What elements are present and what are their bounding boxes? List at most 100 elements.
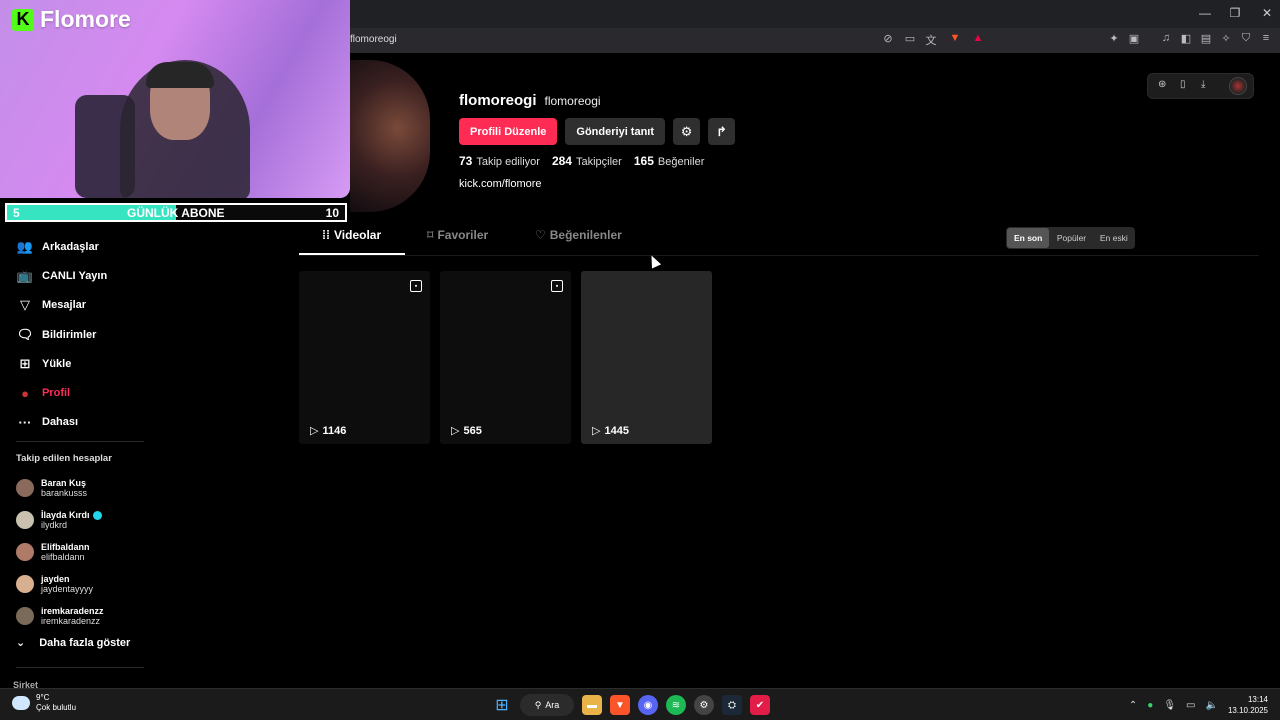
user-avatar[interactable] [1229, 77, 1247, 95]
close-button[interactable]: ✕ [1252, 6, 1280, 20]
tab-liked[interactable]: ♡ Beğenilenler [535, 228, 622, 242]
profile-avatar[interactable] [350, 60, 430, 212]
ai-icon[interactable]: ✧ [1218, 32, 1234, 45]
video-card[interactable]: ▪ ▷ 565 [440, 271, 571, 444]
search-icon: ⚲ [534, 699, 542, 710]
minimize-button[interactable]: — [1190, 6, 1220, 20]
windows-start-icon[interactable]: ⊞ [492, 695, 512, 715]
following-name-text: Baran Kuş [41, 478, 87, 488]
settings-button[interactable]: ⚙ [673, 118, 701, 145]
network-icon[interactable]: ▭ [1186, 700, 1195, 711]
stat-item[interactable]: 284 Takipçiler [552, 154, 622, 168]
taskbar: 9°C Çok bulutlu ⊞ ⚲ Ara ▬ ▼ ◉ ≋ ⚙ ⛭ ✔ ⌃ ●… [0, 688, 1280, 720]
promote-post-button[interactable]: Gönderiyi tanıt [565, 118, 666, 145]
system-tray: ⌃ ● 🎙 ▭ 🔈 13:14 13.10.2025 [1129, 694, 1268, 716]
brave-shield-icon[interactable]: ▼ [947, 32, 963, 44]
video-card[interactable]: ▪ ▷ 1146 [299, 271, 430, 444]
spotify-icon[interactable]: ≋ [666, 695, 686, 715]
sort-popular-button[interactable]: Popüler [1050, 227, 1092, 249]
share-button[interactable]: ↱ [708, 118, 736, 145]
following-name-text: iremkaradenzz [41, 606, 104, 616]
wallet-icon[interactable]: ▣ [1126, 32, 1142, 45]
more-icon: ··· [18, 414, 32, 430]
clock[interactable]: 13:14 13.10.2025 [1228, 694, 1268, 716]
url-text[interactable]: flomoreogi [350, 34, 397, 45]
menu-icon[interactable]: ≡ [1258, 32, 1274, 44]
vpn-icon[interactable]: ⛉ [1238, 32, 1254, 45]
title-bar: — ❐ ✕ [350, 0, 1280, 28]
avatar [16, 607, 34, 625]
discord-icon[interactable]: ◉ [638, 695, 658, 715]
sort-toggle: En son Popüler En eski [1006, 227, 1135, 249]
sidebar-item-bildirimler[interactable]: 🗨 Bildirimler [16, 320, 156, 349]
tab-videos[interactable]: ⁞⁞ Videolar [322, 228, 381, 242]
share-icon: ↱ [716, 123, 727, 139]
following-item[interactable]: Elifbaldann elifbaldann [16, 536, 156, 568]
view-count: ▷ 565 [451, 424, 482, 438]
stat-item[interactable]: 73 Takip ediliyor [459, 154, 540, 168]
heart-icon: ♡ [535, 228, 546, 242]
wallet2-icon[interactable]: ▤ [1198, 32, 1214, 45]
sidebar-item-label: Bildirimler [42, 328, 97, 341]
clock-time: 13:14 [1247, 695, 1268, 704]
volume-icon[interactable]: 🔈 [1206, 700, 1218, 711]
music-icon[interactable]: ♫ [1158, 32, 1174, 44]
stat-item[interactable]: 165 Beğeniler [634, 154, 705, 168]
following-item[interactable]: jayden jaydentayyyy [16, 568, 156, 600]
sidebar-item-label: Arkadaşlar [42, 240, 99, 253]
tab-favorites[interactable]: ⌑ Favoriler [427, 228, 488, 242]
sidebar-divider [16, 441, 144, 442]
gear-icon: ⚙ [680, 123, 693, 139]
cast-icon[interactable]: ▭ [902, 32, 918, 45]
sort-latest-button[interactable]: En son [1007, 228, 1050, 248]
reader-icon[interactable]: ⊘ [880, 32, 896, 45]
sidebar-item-dahası[interactable]: ··· Dahası [16, 408, 156, 437]
rewards-icon[interactable]: ▲ [970, 32, 986, 44]
microphone-icon[interactable]: 🎙 [1163, 700, 1176, 711]
compass-icon[interactable]: ⊛ [1158, 79, 1166, 90]
taskbar-search[interactable]: ⚲ Ara [520, 694, 574, 716]
following-handle: elifbaldann [41, 552, 85, 562]
play-icon: ▷ [451, 425, 460, 437]
chevron-up-icon[interactable]: ⌃ [1129, 700, 1137, 711]
profile-actions: Profili Düzenle Gönderiyi tanıt ⚙ ↱ [459, 118, 736, 145]
sub-goal-label: GÜNLÜK ABONE [127, 206, 225, 220]
verified-icon [92, 510, 102, 520]
sidebar-item-mesajlar[interactable]: ▽ Mesajlar [16, 291, 156, 320]
play-icon: ▷ [592, 425, 601, 437]
following-item[interactable]: Baran Kuş barankusss [16, 472, 156, 504]
stream-logo: K Flomore [12, 6, 131, 33]
avatar [16, 543, 34, 561]
sidebar-toggle-icon[interactable]: ◧ [1178, 32, 1194, 45]
bookmark-icon: ⌑ [427, 228, 434, 242]
play-icon: ▷ [310, 425, 319, 437]
device-icon[interactable]: ▯ [1180, 79, 1186, 90]
restore-button[interactable]: ❐ [1220, 6, 1250, 20]
following-item[interactable]: iremkaradenzz iremkaradenzz [16, 600, 156, 632]
sidebar-nav: 👥 Arkadaşlar 📺 CANLI Yayın ▽ Mesajlar 🗨 Bildiri… [16, 232, 156, 437]
steelseries-icon[interactable]: ⚙ [694, 695, 714, 715]
stat-label: Takipçiler [575, 156, 622, 168]
sort-oldest-button[interactable]: En eski [1093, 227, 1135, 249]
tabs-divider [299, 255, 1259, 256]
sidebar-item-profil[interactable]: ● Profil [16, 378, 156, 407]
file-explorer-icon[interactable]: ▬ [582, 695, 602, 715]
status-dot-icon[interactable]: ● [1147, 700, 1153, 711]
extensions-icon[interactable]: ✦ [1106, 32, 1122, 45]
sidebar-item-arkadaşlar[interactable]: 👥 Arkadaşlar [16, 232, 156, 261]
app-icon[interactable]: ✔ [750, 695, 770, 715]
brave-browser-icon[interactable]: ▼ [610, 695, 630, 715]
sidebar-item-canli-yayın[interactable]: 📺 CANLI Yayın [16, 261, 156, 290]
following-list: Baran Kuş barankusss İlayda Kırdı ilydkrd El… [16, 472, 156, 632]
weather-widget[interactable]: 9°C Çok bulutlu [12, 693, 76, 713]
download-icon[interactable]: ⤓ [1201, 79, 1205, 90]
bio-link[interactable]: kick.com/flomore [459, 178, 542, 190]
edit-profile-button[interactable]: Profili Düzenle [459, 118, 558, 145]
video-card[interactable]: ▷ 1445 [581, 271, 712, 444]
steam-icon[interactable]: ⛭ [722, 695, 742, 715]
sidebar-item-yükle[interactable]: ⊞ Yükle [16, 349, 156, 378]
tab-favorites-label: Favoriler [437, 228, 489, 242]
translate-icon[interactable]: 文 [923, 32, 939, 48]
show-more-button[interactable]: ⌄ Daha fazla göster [16, 636, 130, 650]
following-item[interactable]: İlayda Kırdı ilydkrd [16, 504, 156, 536]
